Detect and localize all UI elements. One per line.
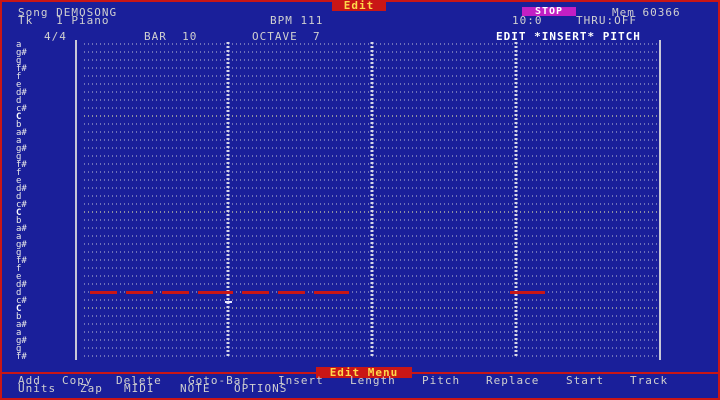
edit-cursor: [225, 301, 232, 303]
note-block: [278, 291, 305, 294]
note-block: [90, 291, 117, 294]
note-block: [314, 291, 349, 294]
menu-item-options[interactable]: OPTIONS: [234, 383, 287, 394]
menu-item-length[interactable]: Length: [350, 375, 396, 386]
note-block: [242, 291, 269, 294]
note-block: [510, 291, 545, 294]
menu-item-note[interactable]: NOTE: [180, 383, 211, 394]
sequencer-screen: Edit Song DEMOSONG Tk 1 Piano BPM 111 ST…: [0, 0, 720, 400]
menu-item-replace[interactable]: Replace: [486, 375, 539, 386]
piano-roll-grid[interactable]: [0, 0, 720, 400]
menu-item-pitch[interactable]: Pitch: [422, 375, 460, 386]
note-block: [126, 291, 153, 294]
menu-item-start[interactable]: Start: [566, 375, 604, 386]
menu-item-track[interactable]: Track: [630, 375, 668, 386]
menu-item-midi[interactable]: MIDI: [124, 383, 155, 394]
menu-item-zap[interactable]: Zap: [80, 383, 103, 394]
menu-item-units[interactable]: Units: [18, 383, 56, 394]
note-block: [162, 291, 189, 294]
note-block: [198, 291, 233, 294]
